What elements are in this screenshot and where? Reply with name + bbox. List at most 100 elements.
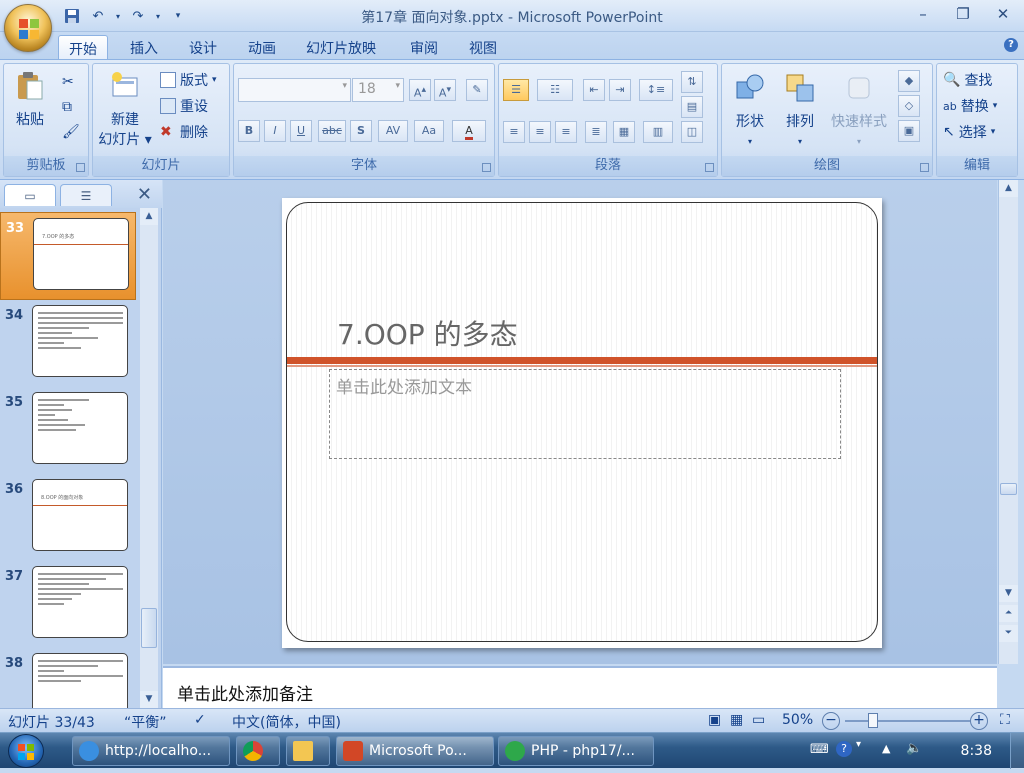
increase-indent-icon[interactable]: ⇥ [609,79,631,101]
scroll-down-icon[interactable]: ▼ [140,691,158,708]
delete-button[interactable]: ✖ 删除 [160,121,208,143]
change-case-icon[interactable]: Aa [414,120,444,142]
tab-insert[interactable]: 插入 [120,35,168,60]
paste-button[interactable]: 粘贴 [10,70,50,130]
clipboard-launcher-icon[interactable] [76,163,85,172]
tab-animation[interactable]: 动画 [238,35,286,60]
char-spacing-icon[interactable]: AV [378,120,408,142]
normal-view-icon[interactable]: ▣ [708,712,721,728]
zoom-level[interactable]: 50% [782,712,813,728]
justify-icon[interactable]: ≣ [585,121,607,143]
body-placeholder[interactable]: 单击此处添加文本 [329,369,841,459]
slide-thumbnail-33[interactable]: 33 7.OOP 的多态 [0,212,136,300]
slide-thumbnail-35[interactable]: 35 [0,387,136,475]
shrink-font-icon[interactable]: A▾ [434,79,456,101]
minimize-button[interactable]: – [908,3,938,25]
spellcheck-icon[interactable]: ✓ [194,712,206,728]
slide-thumbnail-38[interactable]: 38 [0,648,136,708]
language-indicator[interactable]: 中文(简体，中国) [232,712,341,732]
zoom-in-icon[interactable]: + [970,712,988,730]
slides-tab-icon[interactable]: ▭ [4,184,56,206]
align-left-icon[interactable]: ≡ [503,121,525,143]
previous-slide-icon[interactable]: ⏶ [999,605,1018,622]
zoom-slider-handle[interactable] [868,713,878,728]
cut-icon[interactable]: ✂ [62,71,74,93]
redo-icon[interactable]: ↷ [128,6,148,26]
outline-tab-icon[interactable]: ☰ [60,184,112,206]
taskbar-ie[interactable]: http://localho... [72,736,230,766]
notes-pane[interactable]: 单击此处添加备注 [163,666,997,708]
scrollbar-thumb[interactable] [141,608,157,648]
smartart-icon[interactable]: ◫ [681,121,703,143]
paragraph-launcher-icon[interactable] [705,163,714,172]
scroll-up-icon[interactable]: ▲ [999,180,1018,197]
align-center-icon[interactable]: ≡ [529,121,551,143]
clock[interactable]: 8:38 [961,743,992,759]
bold-icon[interactable]: B [238,120,260,142]
shape-fill-icon[interactable]: ◆ [898,70,920,92]
fit-to-window-icon[interactable]: ⛶ [1000,712,1010,728]
volume-icon[interactable]: 🔈 [906,741,922,756]
start-button[interactable] [8,734,44,768]
current-slide[interactable]: 7.OOP 的多态 单击此处添加文本 [282,198,882,648]
slide-title[interactable]: 7.OOP 的多态 [337,313,518,353]
reset-button[interactable]: 重设 [160,95,208,117]
tab-design[interactable]: 设计 [179,35,227,60]
taskbar-explorer[interactable] [286,736,330,766]
sorter-view-icon[interactable]: ▦ [730,712,743,728]
close-button[interactable]: ✕ [988,3,1018,25]
slideshow-view-icon[interactable]: ▭ [752,712,765,728]
tab-review[interactable]: 审阅 [400,35,448,60]
text-direction-icon[interactable]: ⇅ [681,71,703,93]
font-color-icon[interactable]: A [452,120,486,142]
shape-outline-icon[interactable]: ◇ [898,95,920,117]
underline-icon[interactable]: U [290,120,312,142]
next-slide-icon[interactable]: ⏷ [999,625,1018,642]
slide-thumbnail-37[interactable]: 37 [0,561,136,649]
keyboard-icon[interactable]: ⌨ [810,742,829,757]
shape-effects-icon[interactable]: ▣ [898,120,920,142]
layout-button[interactable]: 版式 ▾ [160,69,217,91]
editor-scrollbar[interactable]: ▲ ▼ ⏶ ⏷ [998,180,1018,664]
ime-help-icon[interactable]: ? [836,741,852,757]
arrange-button[interactable]: 排列 ▾ [778,72,822,152]
taskbar-powerpoint[interactable]: Microsoft Po... [336,736,494,766]
thumbnail-scrollbar[interactable]: ▲ ▼ [140,208,158,708]
customize-qat-icon[interactable]: ▾ [168,6,188,26]
slide-thumbnail-36[interactable]: 36 8.OOP 的面向对象 [0,474,136,562]
undo-icon[interactable]: ↶ [88,6,108,26]
align-text-icon[interactable]: ▤ [681,96,703,118]
copy-icon[interactable]: ⧉ [62,96,72,118]
slide-thumbnail-34[interactable]: 34 [0,300,136,388]
restore-button[interactable]: ❐ [948,3,978,25]
ime-options-icon[interactable]: ▾ [856,739,861,750]
distributed-icon[interactable]: ▦ [613,121,635,143]
undo-dropdown-icon[interactable]: ▾ [114,6,122,26]
format-painter-icon[interactable]: 🖌 [62,121,80,143]
drawing-launcher-icon[interactable] [920,163,929,172]
font-size-combo[interactable]: 18 ▾ [352,78,404,102]
show-desktop-button[interactable] [1010,733,1024,769]
redo-dropdown-icon[interactable]: ▾ [154,6,162,26]
align-right-icon[interactable]: ≡ [555,121,577,143]
new-slide-button[interactable]: 新建 幻灯片 ▾ [96,70,154,150]
replace-button[interactable]: ab 替换 ▾ [943,95,997,117]
taskbar-phpstorm[interactable]: PHP - php17/... [498,736,654,766]
bullets-icon[interactable]: ☰ [503,79,529,101]
columns-icon[interactable]: ▥ [643,121,673,143]
italic-icon[interactable]: I [264,120,286,142]
font-launcher-icon[interactable] [482,163,491,172]
help-icon[interactable]: ? [1004,38,1018,52]
scroll-up-icon[interactable]: ▲ [140,208,158,225]
tab-view[interactable]: 视图 [459,35,507,60]
clear-format-icon[interactable]: ✎ [466,79,488,101]
line-spacing-icon[interactable]: ↕≡ [639,79,673,101]
tab-slideshow[interactable]: 幻灯片放映 [296,35,386,60]
numbering-icon[interactable]: ☷ [537,79,573,101]
font-name-combo[interactable]: ▾ [238,78,351,102]
office-button[interactable] [4,4,52,52]
pane-close-icon[interactable]: ✕ [137,184,152,205]
grow-font-icon[interactable]: A▴ [409,79,431,101]
zoom-slider[interactable] [845,720,970,722]
show-hidden-icons-icon[interactable]: ▲ [882,742,890,755]
